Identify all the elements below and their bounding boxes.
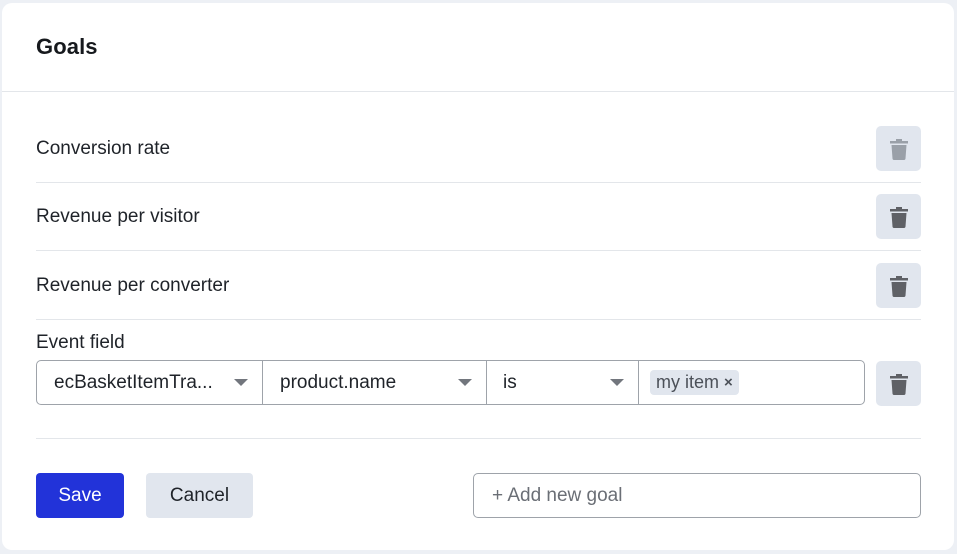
add-new-goal-input[interactable] (473, 473, 921, 518)
operator-select-value: is (503, 371, 517, 393)
value-tag-input[interactable]: my item × (639, 361, 864, 404)
delete-goal-button[interactable] (876, 194, 921, 239)
event-select[interactable]: ecBasketItemTra... (37, 361, 263, 404)
goal-row-revenue-per-converter: Revenue per converter (36, 252, 921, 320)
goal-label: Revenue per visitor (36, 205, 200, 227)
goal-row-revenue-per-visitor: Revenue per visitor (36, 183, 921, 251)
save-button[interactable]: Save (36, 473, 124, 518)
property-select-value: product.name (280, 371, 397, 393)
property-select[interactable]: product.name (263, 361, 487, 404)
event-field-group: ecBasketItemTra... product.name is my it… (36, 360, 865, 405)
goals-card: Goals Conversion rate Revenue per visito… (2, 3, 954, 550)
card-header: Goals (2, 3, 954, 92)
trash-icon (889, 275, 908, 297)
event-select-value: ecBasketItemTra... (54, 371, 213, 393)
caret-down-icon (610, 379, 624, 386)
goal-label: Revenue per converter (36, 274, 230, 296)
delete-goal-button[interactable] (876, 263, 921, 308)
delete-goal-button[interactable] (876, 126, 921, 171)
delete-event-goal-button[interactable] (876, 361, 921, 406)
divider (36, 438, 921, 439)
event-field-label: Event field (36, 332, 125, 353)
trash-icon (889, 206, 908, 228)
goal-row-conversion-rate: Conversion rate (36, 115, 921, 183)
trash-icon (889, 138, 908, 160)
value-tag-label: my item (656, 372, 719, 392)
cancel-button[interactable]: Cancel (146, 473, 253, 518)
goal-label: Conversion rate (36, 137, 171, 159)
value-tag: my item × (650, 370, 739, 395)
trash-icon (889, 373, 908, 395)
card-title: Goals (36, 34, 98, 59)
caret-down-icon (458, 379, 472, 386)
remove-tag-icon[interactable]: × (724, 374, 733, 391)
caret-down-icon (234, 379, 248, 386)
operator-select[interactable]: is (487, 361, 639, 404)
